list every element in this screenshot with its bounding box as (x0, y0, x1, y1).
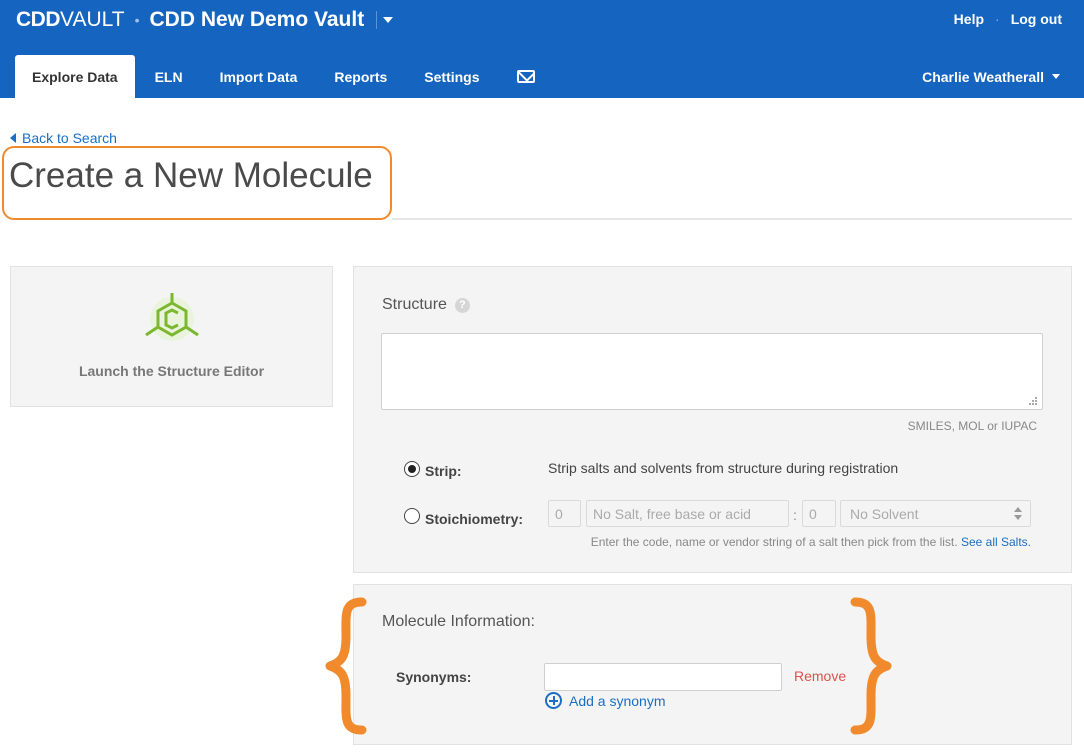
user-menu[interactable]: Charlie Weatherall (922, 55, 1060, 98)
user-name: Charlie Weatherall (922, 68, 1044, 85)
launch-structure-editor-label: Launch the Structure Editor (78, 363, 265, 379)
vault-switcher-caret-icon[interactable] (383, 17, 394, 23)
structure-panel: Structure ? SMILES, MOL or IUPAC Strip: … (353, 266, 1072, 573)
see-all-salts-link[interactable]: See all Salts. (961, 535, 1031, 549)
back-to-search-link[interactable]: Back to Search (10, 130, 117, 146)
solvent-select[interactable]: No Solvent (840, 500, 1031, 527)
ratio-colon: : (793, 507, 797, 523)
title-highlight-annotation (2, 146, 392, 220)
brand-separator: • (134, 12, 140, 28)
solvent-select-value: No Solvent (850, 505, 919, 522)
link-separator: · (995, 11, 1000, 27)
help-link[interactable]: Help (954, 11, 984, 27)
plus-circle-icon (545, 692, 562, 709)
resize-grip-icon[interactable] (1027, 395, 1037, 405)
select-arrows-icon (1014, 507, 1022, 521)
left-brace-annotation (325, 597, 367, 735)
title-divider (392, 218, 1072, 220)
salt-count-input[interactable]: 0 (548, 500, 581, 527)
structure-label: Structure ? (382, 296, 470, 314)
tab-reports[interactable]: Reports (317, 55, 404, 98)
vault-name[interactable]: CDD New Demo Vault (149, 8, 364, 32)
brand[interactable]: CDDVAULT • CDD New Demo Vault (16, 8, 394, 32)
tab-eln[interactable]: ELN (138, 55, 200, 98)
add-synonym-link[interactable]: Add a synonym (545, 692, 666, 709)
envelope-icon (516, 70, 535, 83)
logout-link[interactable]: Log out (1011, 11, 1062, 27)
tab-messages[interactable] (500, 55, 552, 98)
molecule-info-panel: Molecule Information: Synonyms: Remove A… (353, 584, 1072, 745)
help-icon[interactable]: ? (454, 297, 470, 313)
structure-input[interactable] (381, 333, 1043, 410)
back-link-label: Back to Search (22, 130, 117, 146)
vault-divider (376, 11, 378, 29)
tab-explore-data[interactable]: Explore Data (15, 55, 135, 98)
add-synonym-label: Add a synonym (569, 692, 666, 709)
strip-label[interactable]: Strip: (425, 463, 462, 479)
stoichiometry-label[interactable]: Stoichiometry: (425, 511, 523, 527)
stoichiometry-radio[interactable] (404, 508, 420, 524)
main-nav: Explore Data ELN Import Data Reports Set… (15, 55, 555, 98)
salt-input[interactable]: No Salt, free base or acid (586, 500, 789, 527)
strip-description: Strip salts and solvents from structure … (548, 460, 899, 476)
top-links: Help · Log out (954, 11, 1062, 27)
structure-editor-icon (145, 293, 199, 341)
structure-label-text: Structure (382, 296, 447, 313)
strip-radio[interactable] (404, 461, 420, 477)
user-menu-caret-icon (1052, 74, 1060, 79)
remove-synonym-link[interactable]: Remove (794, 668, 846, 684)
solvent-count-input[interactable]: 0 (802, 500, 836, 527)
right-brace-annotation (850, 597, 892, 735)
synonyms-label: Synonyms: (396, 669, 472, 685)
top-header: CDDVAULT • CDD New Demo Vault Help · Log… (0, 0, 1084, 98)
molecule-info-label: Molecule Information: (382, 613, 535, 630)
salt-hint: Enter the code, name or vendor string of… (591, 535, 1031, 549)
tab-settings[interactable]: Settings (407, 55, 496, 98)
launch-structure-editor-button[interactable]: Launch the Structure Editor (10, 266, 333, 407)
synonym-input[interactable] (544, 663, 782, 691)
salt-hint-text: Enter the code, name or vendor string of… (590, 535, 958, 549)
cdd-vault-logo: CDDVAULT (16, 8, 125, 31)
tab-import-data[interactable]: Import Data (203, 55, 315, 98)
structure-format-hint: SMILES, MOL or IUPAC (907, 419, 1037, 433)
back-caret-icon (10, 133, 16, 143)
